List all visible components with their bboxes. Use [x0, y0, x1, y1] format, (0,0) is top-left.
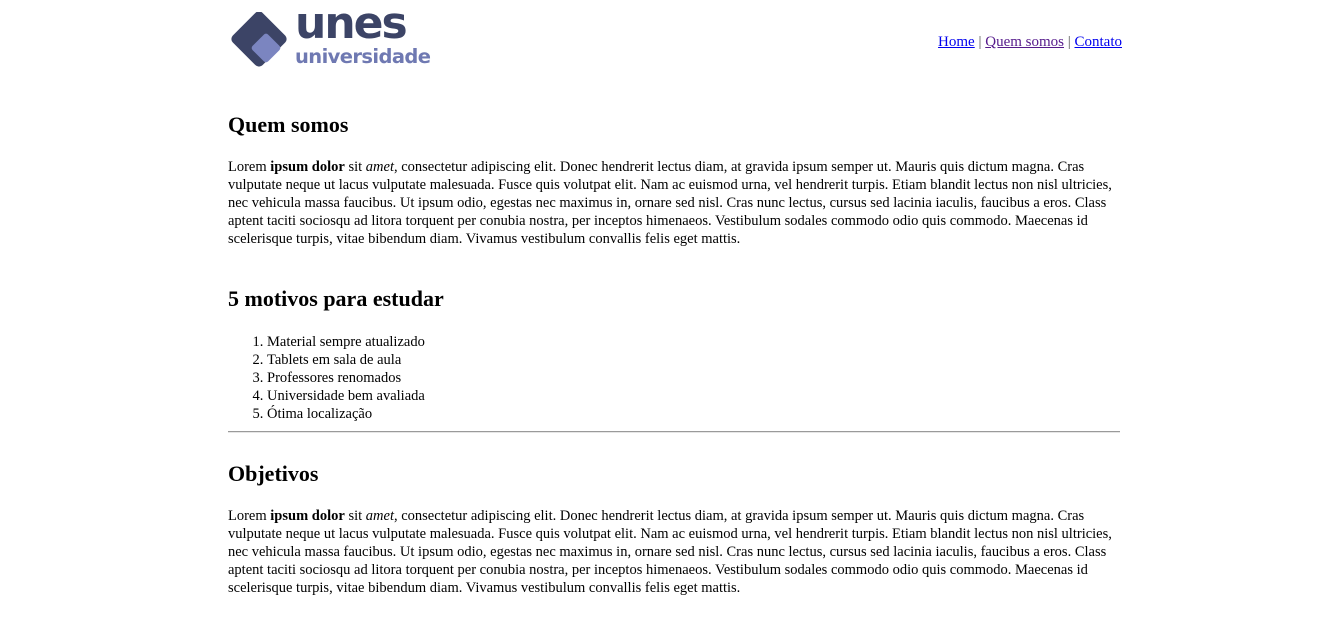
text-run: Lorem: [228, 508, 271, 524]
bold-text: ipsum dolor: [270, 508, 345, 524]
section-divider: [228, 431, 1120, 433]
list-item: Professores renomados: [267, 369, 425, 387]
heading-quem-somos: Quem somos: [228, 112, 349, 137]
list-item: Universidade bem avaliada: [267, 387, 425, 405]
italic-text: amet: [365, 508, 394, 524]
italic-text: amet: [365, 159, 394, 175]
page-container: unes universidade Home | Quem somos | Co…: [228, 0, 1122, 596]
nav-link-contato[interactable]: Contato: [1075, 34, 1123, 50]
site-header: unes universidade Home | Quem somos | Co…: [228, 0, 1122, 90]
diamond-logo-icon: [231, 12, 287, 67]
heading-motivos: 5 motivos para estudar: [228, 286, 444, 311]
list-item: Material sempre atualizado: [267, 333, 425, 351]
unes-logo[interactable]: unes universidade: [228, 2, 443, 72]
text-run: Lorem: [228, 159, 271, 175]
paragraph-objetivos: Lorem ipsum dolor sit amet, consectetur …: [228, 507, 1122, 597]
logo-subtitle: universidade: [295, 45, 431, 68]
paragraph-quem-somos: Lorem ipsum dolor sit amet, consectetur …: [228, 158, 1122, 248]
main-nav: Home | Quem somos | Contato: [938, 34, 1122, 51]
logo-word: unes: [295, 0, 408, 49]
text-run: sit: [344, 159, 366, 175]
nav-separator: |: [1067, 34, 1071, 50]
list-item: Tablets em sala de aula: [267, 351, 425, 369]
list-item: Ótima localização: [267, 405, 425, 423]
motivos-list: Material sempre atualizado Tablets em sa…: [228, 333, 425, 423]
bold-text: ipsum dolor: [270, 159, 345, 175]
nav-link-quem-somos[interactable]: Quem somos: [985, 34, 1064, 50]
text-run: sit: [344, 508, 366, 524]
nav-separator: |: [978, 34, 982, 50]
heading-objetivos: Objetivos: [228, 461, 319, 486]
nav-link-home[interactable]: Home: [938, 34, 975, 50]
